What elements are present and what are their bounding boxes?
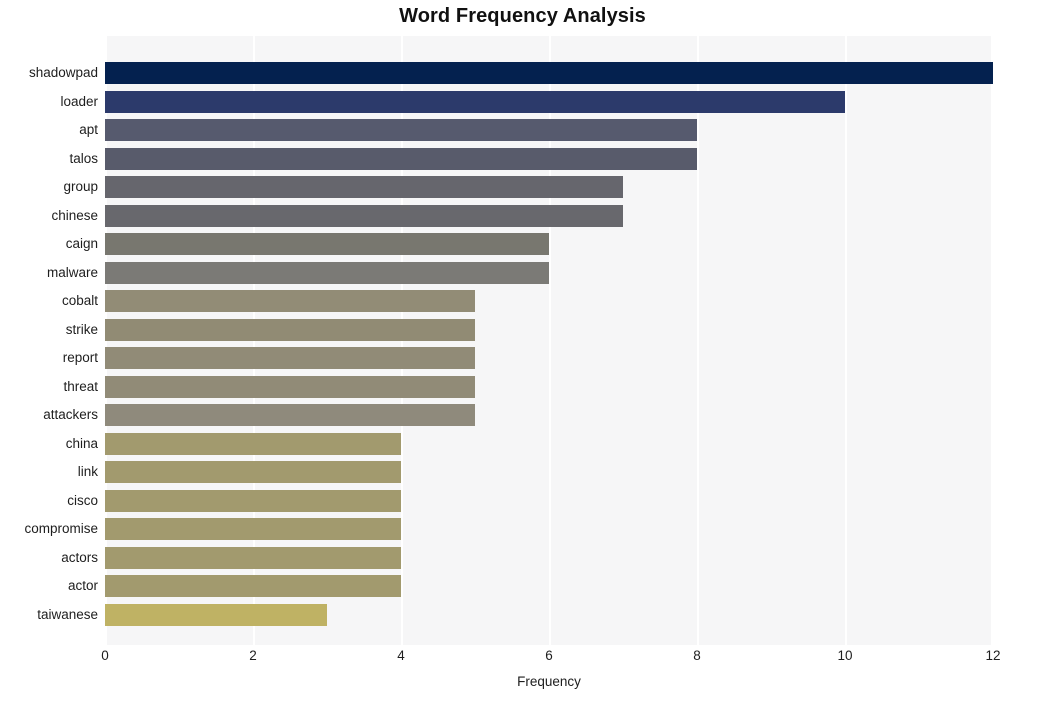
- y-tick-label-china: china: [65, 435, 98, 451]
- chart-figure: Word Frequency Analysis shadowpad loader a…: [0, 0, 1045, 701]
- bar-strike[interactable]: [105, 318, 475, 341]
- y-tick-label-link: link: [77, 464, 98, 479]
- x-tick-label-4: 4: [397, 648, 405, 663]
- bar-group[interactable]: [105, 176, 623, 198]
- bar-malware[interactable]: [105, 261, 549, 284]
- y-tick-label-loader: loader: [60, 93, 98, 109]
- y-tick-label-talos: talos: [69, 150, 98, 166]
- y-tick-label-taiwanese: taiwanese: [37, 606, 98, 622]
- bar-china[interactable]: [105, 432, 401, 455]
- bar-loader[interactable]: [105, 90, 845, 113]
- y-tick-label-chinese: chinese: [51, 207, 98, 223]
- y-tick-label-shadowpad: shadowpad: [28, 65, 98, 80]
- y-tick-label-malware: malware: [46, 264, 98, 280]
- bar-threat[interactable]: [105, 375, 475, 398]
- bar-report[interactable]: [105, 347, 475, 369]
- x-tick-label-12: 12: [985, 648, 1001, 663]
- y-tick-label-compromise: compromise: [24, 521, 98, 536]
- x-tick-label-2: 2: [249, 648, 257, 663]
- y-tick-label-actors: actors: [61, 549, 98, 565]
- x-axis-tick-labels: 0 2 4 6 8 10 12: [101, 648, 1000, 668]
- bar-link[interactable]: [105, 461, 401, 483]
- bar-apt[interactable]: [105, 119, 697, 141]
- y-tick-label-group: group: [63, 179, 98, 194]
- bars-layer: [105, 36, 993, 645]
- bar-compromise[interactable]: [105, 518, 401, 540]
- y-tick-label-strike: strike: [65, 321, 98, 337]
- bar-talos[interactable]: [105, 147, 697, 170]
- x-tick-label-6: 6: [545, 648, 553, 663]
- bar-cobalt[interactable]: [105, 290, 475, 312]
- bar-cisco[interactable]: [105, 489, 401, 512]
- x-tick-label-8: 8: [693, 648, 701, 663]
- y-tick-label-cisco: cisco: [67, 492, 98, 508]
- bar-shadowpad[interactable]: [105, 62, 993, 84]
- bar-actors[interactable]: [105, 546, 401, 569]
- y-tick-label-actor: actor: [67, 578, 98, 593]
- y-axis-tick-labels: shadowpad loader apt talos group chinese caign…: [0, 36, 98, 645]
- bar-taiwanese[interactable]: [105, 603, 327, 626]
- x-tick-label-0: 0: [101, 648, 109, 663]
- bar-actor[interactable]: [105, 575, 401, 597]
- bar-caign[interactable]: [105, 233, 549, 255]
- page-title: Word Frequency Analysis: [399, 5, 646, 27]
- y-tick-label-apt: apt: [79, 122, 98, 137]
- x-tick-label-10: 10: [837, 648, 853, 663]
- bar-chinese[interactable]: [105, 204, 623, 227]
- bar-attackers[interactable]: [105, 404, 475, 426]
- y-tick-label-report: report: [62, 350, 98, 365]
- plot-area: [105, 36, 993, 645]
- x-axis-title: Frequency: [517, 674, 581, 689]
- y-tick-label-threat: threat: [63, 378, 98, 394]
- y-tick-label-cobalt: cobalt: [61, 293, 98, 308]
- y-tick-label-caign: caign: [65, 236, 98, 251]
- y-tick-label-attackers: attackers: [43, 407, 98, 422]
